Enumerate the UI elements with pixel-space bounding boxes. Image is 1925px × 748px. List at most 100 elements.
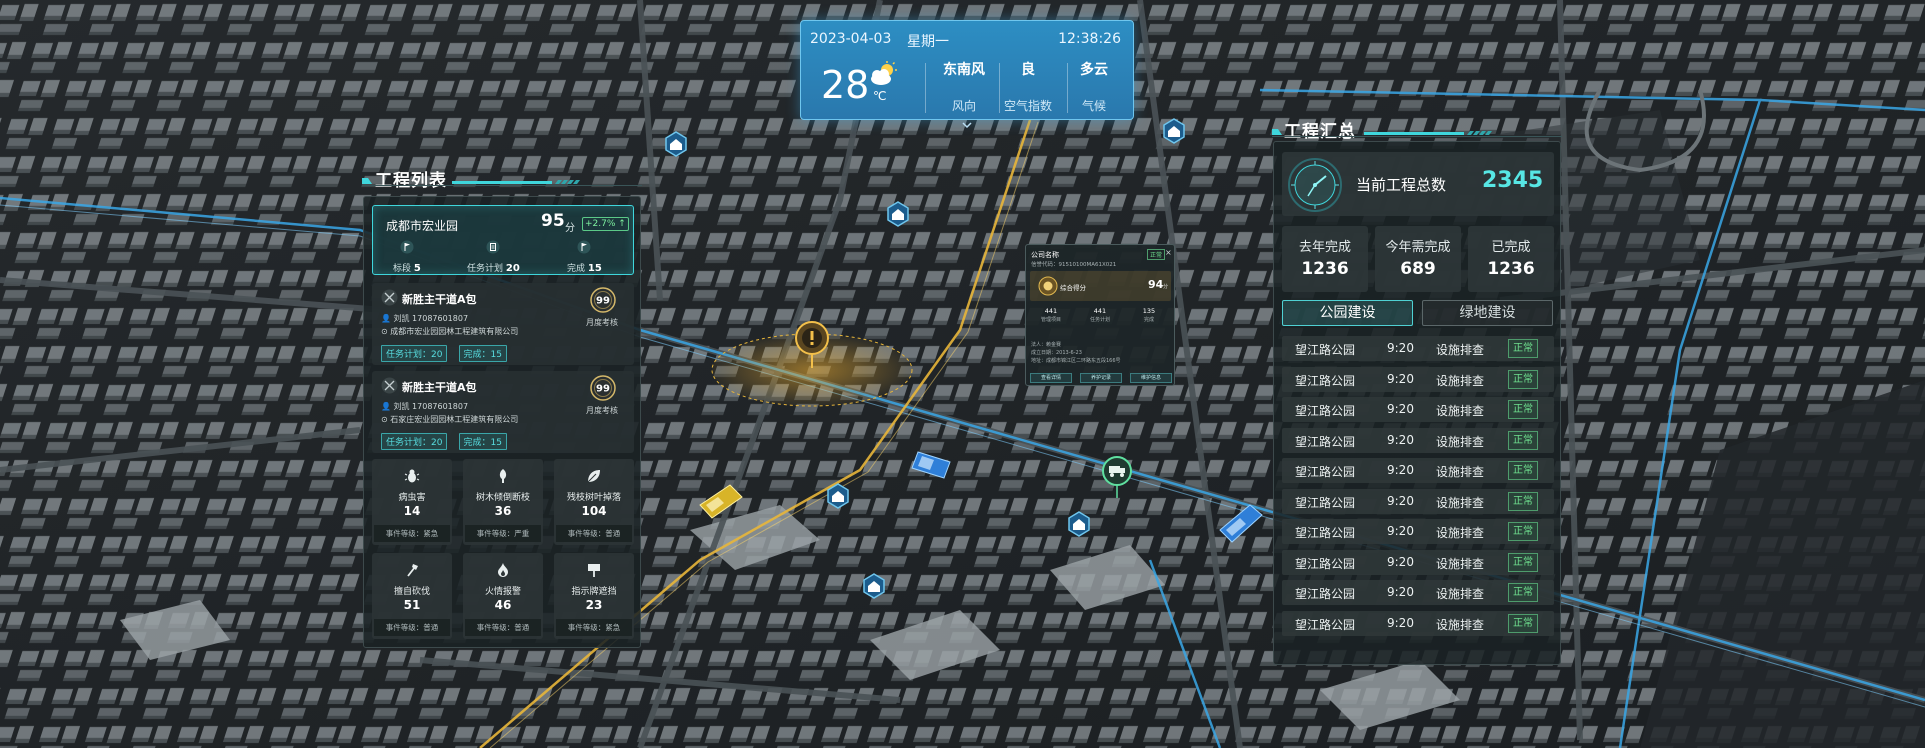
park-name: 望江路公园 <box>1295 404 1356 418</box>
company-text: 石家庄宏业园园林工程建筑有限公司 <box>390 415 519 424</box>
task-time: 9:20 <box>1387 432 1414 447</box>
table-row[interactable]: 望江路公园 9:20 设施排查 正常 <box>1282 580 1554 605</box>
weather-separator <box>925 63 926 113</box>
tab-greenland-construction[interactable]: 绿地建设 <box>1422 300 1553 326</box>
table-row[interactable]: 望江路公园 9:20 设施排查 正常 <box>1282 549 1554 575</box>
task-time: 9:20 <box>1387 341 1414 355</box>
map-marker-house-icon[interactable] <box>827 483 849 509</box>
summary-value: 689 <box>1400 259 1436 279</box>
plan-tag: 任务计划：20 <box>381 345 448 362</box>
event-name: 火情报警 <box>484 587 521 597</box>
map-marker-house-icon[interactable] <box>665 131 687 157</box>
popup-status-tag: 正常 <box>1147 249 1166 260</box>
table-row[interactable]: 望江路公园 9:20 设施排查 正常 <box>1282 610 1554 636</box>
map-marker-house-icon[interactable] <box>1163 118 1185 144</box>
popup-stat-value: 441 <box>1044 307 1058 315</box>
event-name: 残枝树叶掉落 <box>566 493 621 503</box>
summary-label: 已完成 <box>1491 240 1531 255</box>
table-row[interactable]: 望江路公园 9:20 设施排查 正常 <box>1282 458 1554 483</box>
park-name: 望江路公园 <box>1295 465 1356 479</box>
status-badge: 正常 <box>1508 552 1538 572</box>
popup-score-label: 综合得分 <box>1060 284 1086 292</box>
event-card-tree-fall[interactable]: 树木倾倒断枝 36 事件等级：严重 <box>463 459 543 545</box>
task-name: 设施排查 <box>1436 465 1485 479</box>
event-count: 51 <box>403 598 421 612</box>
item-person: 👤 刘凯 17087601807 <box>381 401 468 412</box>
location-icon: ⊙ <box>381 327 388 336</box>
construction-icon <box>381 289 398 306</box>
event-card-fire[interactable]: 火情报警 46 事件等级：普通 <box>463 553 543 639</box>
bug-icon <box>404 469 420 483</box>
park-name: 望江路公园 <box>1295 526 1356 540</box>
project-summary-card[interactable]: 成都市宏业园 95 分 +2.7% ↑ 标段 5 任务计划 20 完成 15 <box>372 205 634 275</box>
location-icon: ⊙ <box>381 415 388 424</box>
person-icon: 👤 <box>381 402 391 411</box>
popup-score-card: 综合得分 94 分 <box>1030 271 1171 301</box>
title-decoration <box>362 178 642 186</box>
wind-value: 东南风 <box>943 62 985 78</box>
popup-stat: 441 管理项目 <box>1031 307 1071 323</box>
leaf-icon <box>587 470 600 483</box>
stat-plan: 任务计划 20 <box>467 239 520 274</box>
table-row[interactable]: 望江路公园 9:20 设施排查 正常 <box>1282 519 1554 544</box>
event-level: 事件等级：普通 <box>465 619 541 636</box>
table-row[interactable]: 望江路公园 9:20 设施排查 正常 <box>1282 397 1554 422</box>
task-name: 设施排查 <box>1436 526 1485 540</box>
task-time: 9:20 <box>1387 371 1414 386</box>
status-badge: 正常 <box>1508 400 1538 419</box>
chevron-down-icon[interactable] <box>961 120 973 130</box>
status-badge: 正常 <box>1508 339 1538 358</box>
list-item[interactable]: 新胜主干道A包 👤 刘凯 17087601807 ⊙ 成都市宏业园园林工程建筑有… <box>372 283 634 365</box>
close-icon[interactable]: × <box>1165 248 1172 257</box>
event-card-pests[interactable]: 病虫害 14 事件等级：紧急 <box>372 459 452 545</box>
table-row[interactable]: 望江路公园 9:20 设施排查 正常 <box>1282 366 1554 392</box>
map-marker-house-icon[interactable] <box>863 573 885 599</box>
popup-score-unit: 分 <box>1163 284 1169 290</box>
table-row[interactable]: 望江路公园 9:20 设施排查 正常 <box>1282 488 1554 514</box>
tab-park-construction[interactable]: 公园建设 <box>1282 300 1413 326</box>
event-count: 36 <box>494 504 512 518</box>
stat-value: 15 <box>587 263 602 274</box>
summary-last-year: 去年完成 1236 <box>1282 226 1368 292</box>
stat-done: 完成 15 <box>567 239 602 274</box>
task-name: 设施排查 <box>1436 617 1485 632</box>
table-row[interactable]: 望江路公园 9:20 设施排查 正常 <box>1282 427 1554 453</box>
event-card-sign[interactable]: 指示牌遮挡 23 事件等级：紧急 <box>554 553 634 639</box>
park-name: 望江路公园 <box>1295 373 1356 388</box>
table-row[interactable]: 望江路公园 9:20 设施排查 正常 <box>1282 336 1554 361</box>
park-name: 望江路公园 <box>1295 495 1356 510</box>
map-marker-house-icon[interactable] <box>887 201 909 227</box>
axe-icon <box>407 564 418 577</box>
map-marker-house-icon[interactable] <box>1068 511 1090 537</box>
summary-label: 今年需完成 <box>1385 240 1451 255</box>
total-projects-card: 当前工程总数 2345 <box>1282 152 1554 216</box>
person-text: 刘凯 17087601807 <box>393 402 469 411</box>
event-card-leaves[interactable]: 残枝树叶掉落 104 事件等级：普通 <box>554 459 634 545</box>
view-details-button[interactable]: 查看详情 <box>1030 373 1072 383</box>
total-label: 当前工程总数 <box>1356 176 1447 194</box>
air-value: 良 <box>1021 62 1035 78</box>
done-tag: 完成：15 <box>458 433 507 450</box>
weather-temperature: 28 <box>821 63 870 107</box>
park-task-list: 望江路公园 9:20 设施排查 正常 望江路公园 9:20 设施排查 正常 望江路公园 9:2… <box>1282 336 1554 641</box>
event-level: 事件等级：紧急 <box>556 619 632 636</box>
task-name: 设施排查 <box>1436 343 1485 357</box>
item-title: 新胜主干道A包 <box>402 293 477 306</box>
status-badge: 正常 <box>1508 522 1538 541</box>
flag-icon <box>577 240 591 254</box>
task-name: 设施排查 <box>1436 434 1485 449</box>
popup-subtitle: 信誉代码：91510100MA61X021 <box>1031 262 1117 268</box>
event-card-logging[interactable]: 擅自砍伐 51 事件等级：普通 <box>372 553 452 639</box>
event-level: 事件等级：普通 <box>374 619 450 636</box>
task-time: 9:20 <box>1387 585 1414 599</box>
park-name: 望江路公园 <box>1295 556 1356 571</box>
maintenance-info-button[interactable]: 维护信息 <box>1130 373 1172 383</box>
maintenance-record-button[interactable]: 养护记录 <box>1080 373 1122 383</box>
weather-climate: 多云 气候 <box>1059 59 1129 114</box>
company-popup[interactable]: 公司名称 正常 × 信誉代码：91510100MA61X021 综合得分 94 … <box>1025 244 1175 386</box>
popup-stat-label: 完成 <box>1143 317 1154 323</box>
stat-label: 标段 <box>393 264 412 274</box>
task-time: 9:20 <box>1387 615 1414 630</box>
air-label: 空气指数 <box>1003 99 1052 113</box>
list-item[interactable]: 新胜主干道A包 👤 刘凯 17087601807 ⊙ 石家庄宏业园园林工程建筑有… <box>372 371 634 453</box>
